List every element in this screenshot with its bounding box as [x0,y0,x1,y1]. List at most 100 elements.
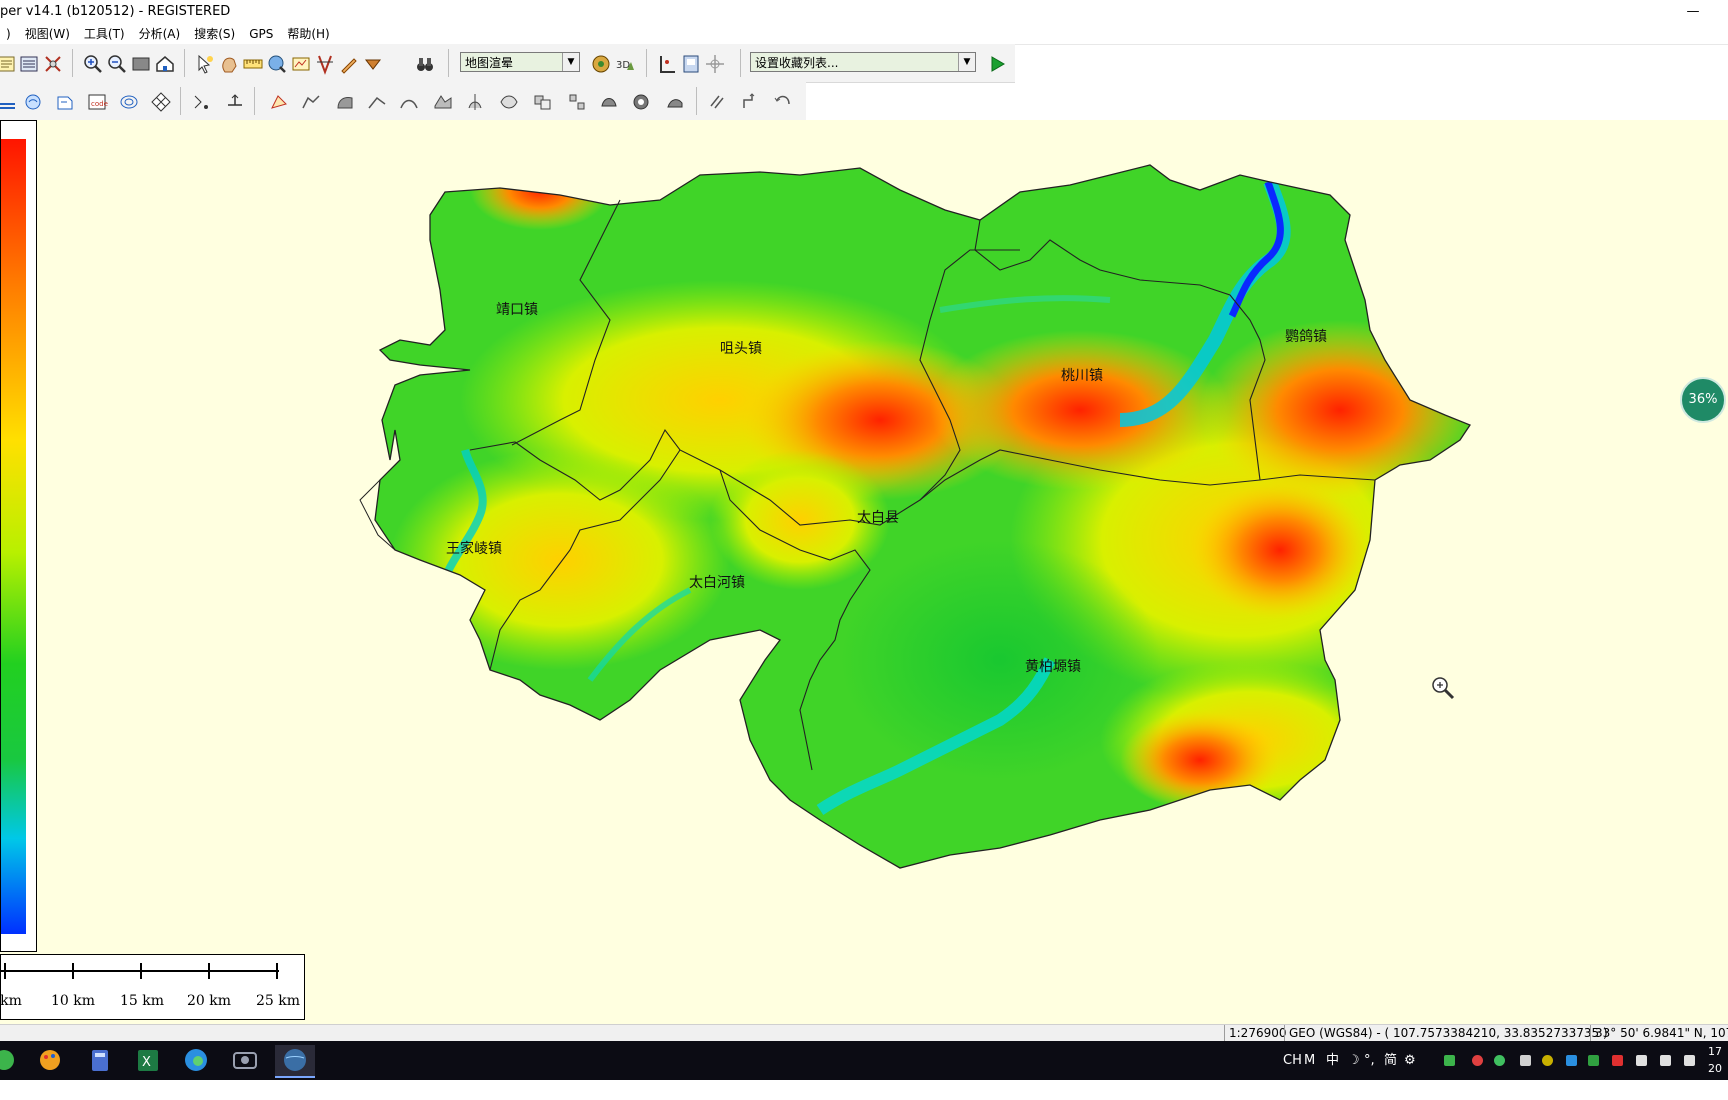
menu-analysis[interactable]: 分析(A) [133,24,189,44]
tray-ime-mode[interactable]: M [1304,1041,1315,1080]
gps-settings-icon[interactable] [678,51,704,77]
draw-polygon-icon[interactable] [266,89,292,115]
grid-icon[interactable] [148,89,174,115]
rotate-icon[interactable] [704,89,730,115]
chevron-down-icon[interactable]: ▼ [562,53,579,71]
tray-security-icon[interactable] [1542,1055,1553,1066]
town-label: 太白河镇 [689,575,745,591]
pan-tool-icon[interactable] [216,51,242,77]
menu-gps[interactable]: GPS [243,24,281,44]
scale-feature-icon[interactable] [738,89,764,115]
terrain-map[interactable] [0,120,1728,1024]
zoom-out-icon[interactable] [104,51,130,77]
edge-app-icon[interactable] [176,1045,216,1076]
menu-tools[interactable]: 工具(T) [78,24,133,44]
scale-label: 25 km [255,993,301,1009]
zoom-in-icon[interactable] [80,51,106,77]
shader-settings-icon[interactable] [588,51,614,77]
elevation-legend [0,120,37,952]
map-shader-combo[interactable]: 地图渲晕 ▼ [460,52,580,72]
move-vertex-icon[interactable] [222,89,248,115]
tray-chat-icon[interactable] [1494,1055,1505,1066]
measure-tool-icon[interactable] [240,51,266,77]
dms-readout: 33° 50' 6.9841" N, 107° [1590,1025,1728,1041]
window-title: per v14.1 (b120512) - REGISTERED [0,4,231,19]
chevron-down-icon[interactable]: ▼ [958,53,975,71]
tray-shield-icon[interactable] [1588,1055,1599,1066]
draw-shape-icon[interactable] [332,89,358,115]
tray-network-icon[interactable] [1636,1055,1647,1066]
globalmapper-app-icon[interactable] [275,1045,315,1078]
draw-line-icon[interactable] [336,51,362,77]
draw-area-icon[interactable] [298,89,324,115]
simplify-icon[interactable] [662,89,688,115]
excel-app-icon[interactable]: X [128,1045,168,1076]
menu-help[interactable]: 帮助(H) [281,24,337,44]
tray-ime-chinese[interactable]: 中 [1326,1041,1339,1080]
favorites-combo[interactable]: 设置收藏列表... ▼ [750,52,976,72]
town-label: 鹦鸽镇 [1285,329,1327,345]
tray-ime-simplified[interactable]: 简 [1384,1041,1397,1080]
tray-steam-icon[interactable] [1566,1055,1577,1066]
select-tool-icon[interactable] [192,51,218,77]
menu-view[interactable]: 视图(W) [19,24,78,44]
run-favorite-icon[interactable] [984,51,1010,77]
tray-app-icon[interactable] [1612,1055,1623,1066]
split-icon[interactable] [462,89,488,115]
scale-label: km [0,993,22,1009]
menu-file[interactable]: ) [0,24,19,44]
tray-moon-icon[interactable]: ☽ [1348,1041,1360,1080]
dropdown-tool-icon[interactable] [360,51,386,77]
gps-track-icon[interactable] [702,51,728,77]
info-tool-icon[interactable] [264,51,290,77]
draw-arc-icon[interactable] [396,89,422,115]
tray-punct-icon[interactable]: °, [1364,1041,1375,1080]
tray-input-lang[interactable]: CH [1283,1041,1302,1080]
title-bar: per v14.1 (b120512) - REGISTERED — [0,0,1728,24]
home-icon[interactable] [152,51,178,77]
progress-indicator[interactable]: 36% [1680,377,1726,423]
path-profile-icon[interactable] [312,51,338,77]
browser-app-icon[interactable] [0,1045,30,1076]
tray-display-icon[interactable] [1660,1055,1671,1066]
catalog-icon[interactable] [16,51,42,77]
tray-battery-icon[interactable] [1444,1055,1455,1066]
tray-settings-icon[interactable]: ⚙ [1404,1041,1416,1080]
coordinate-readout: GEO (WGS84) - ( 107.7573384210, 33.83527… [1284,1025,1612,1041]
view-shed-icon[interactable] [52,89,78,115]
minimize-button[interactable]: — [1678,0,1708,24]
menu-search[interactable]: 搜索(S) [188,24,243,44]
scale-label: 15 km [119,993,165,1009]
calculator-app-icon[interactable] [80,1045,120,1076]
paint-app-icon[interactable] [30,1045,70,1076]
edit-vertex-icon[interactable] [188,89,214,115]
tray-volume-icon[interactable] [1684,1055,1695,1066]
zoom-cursor-icon [1430,675,1456,705]
main-toolbar: 地图渲晕 ▼ 3D 设置收藏列表... ▼ [0,44,1015,83]
combine-icon[interactable] [530,89,556,115]
draw-line-tool-icon[interactable] [364,89,390,115]
tray-record-icon[interactable] [1472,1055,1483,1066]
binoculars-icon[interactable] [412,51,438,77]
gps-start-icon[interactable] [654,51,680,77]
watershed-icon[interactable] [20,89,46,115]
layer-icon[interactable] [0,89,20,115]
screen-capture-app-icon[interactable] [225,1045,265,1076]
code-icon[interactable]: code [84,89,110,115]
clock-date[interactable]: 20 [1708,1061,1722,1100]
smooth-icon[interactable] [596,89,622,115]
svg-text:code: code [91,100,108,108]
reshape-icon[interactable] [496,89,522,115]
feature-edit-icon[interactable] [430,89,456,115]
digitizer-icon[interactable] [288,51,314,77]
cut-icon[interactable] [564,89,590,115]
town-label: 靖口镇 [496,302,538,318]
3d-view-icon[interactable]: 3D [612,51,638,77]
buffer-icon[interactable] [628,89,654,115]
tools-icon[interactable] [40,51,66,77]
full-view-icon[interactable] [128,51,154,77]
undo-edit-icon[interactable] [770,89,796,115]
tray-usb-icon[interactable] [1520,1055,1531,1066]
map-view[interactable]: 靖口镇 咀头镇 桃川镇 鹦鸽镇 王家崚镇 太白县 太白河镇 黄柏塬镇 km 10… [0,120,1728,1024]
contour-icon[interactable] [116,89,142,115]
